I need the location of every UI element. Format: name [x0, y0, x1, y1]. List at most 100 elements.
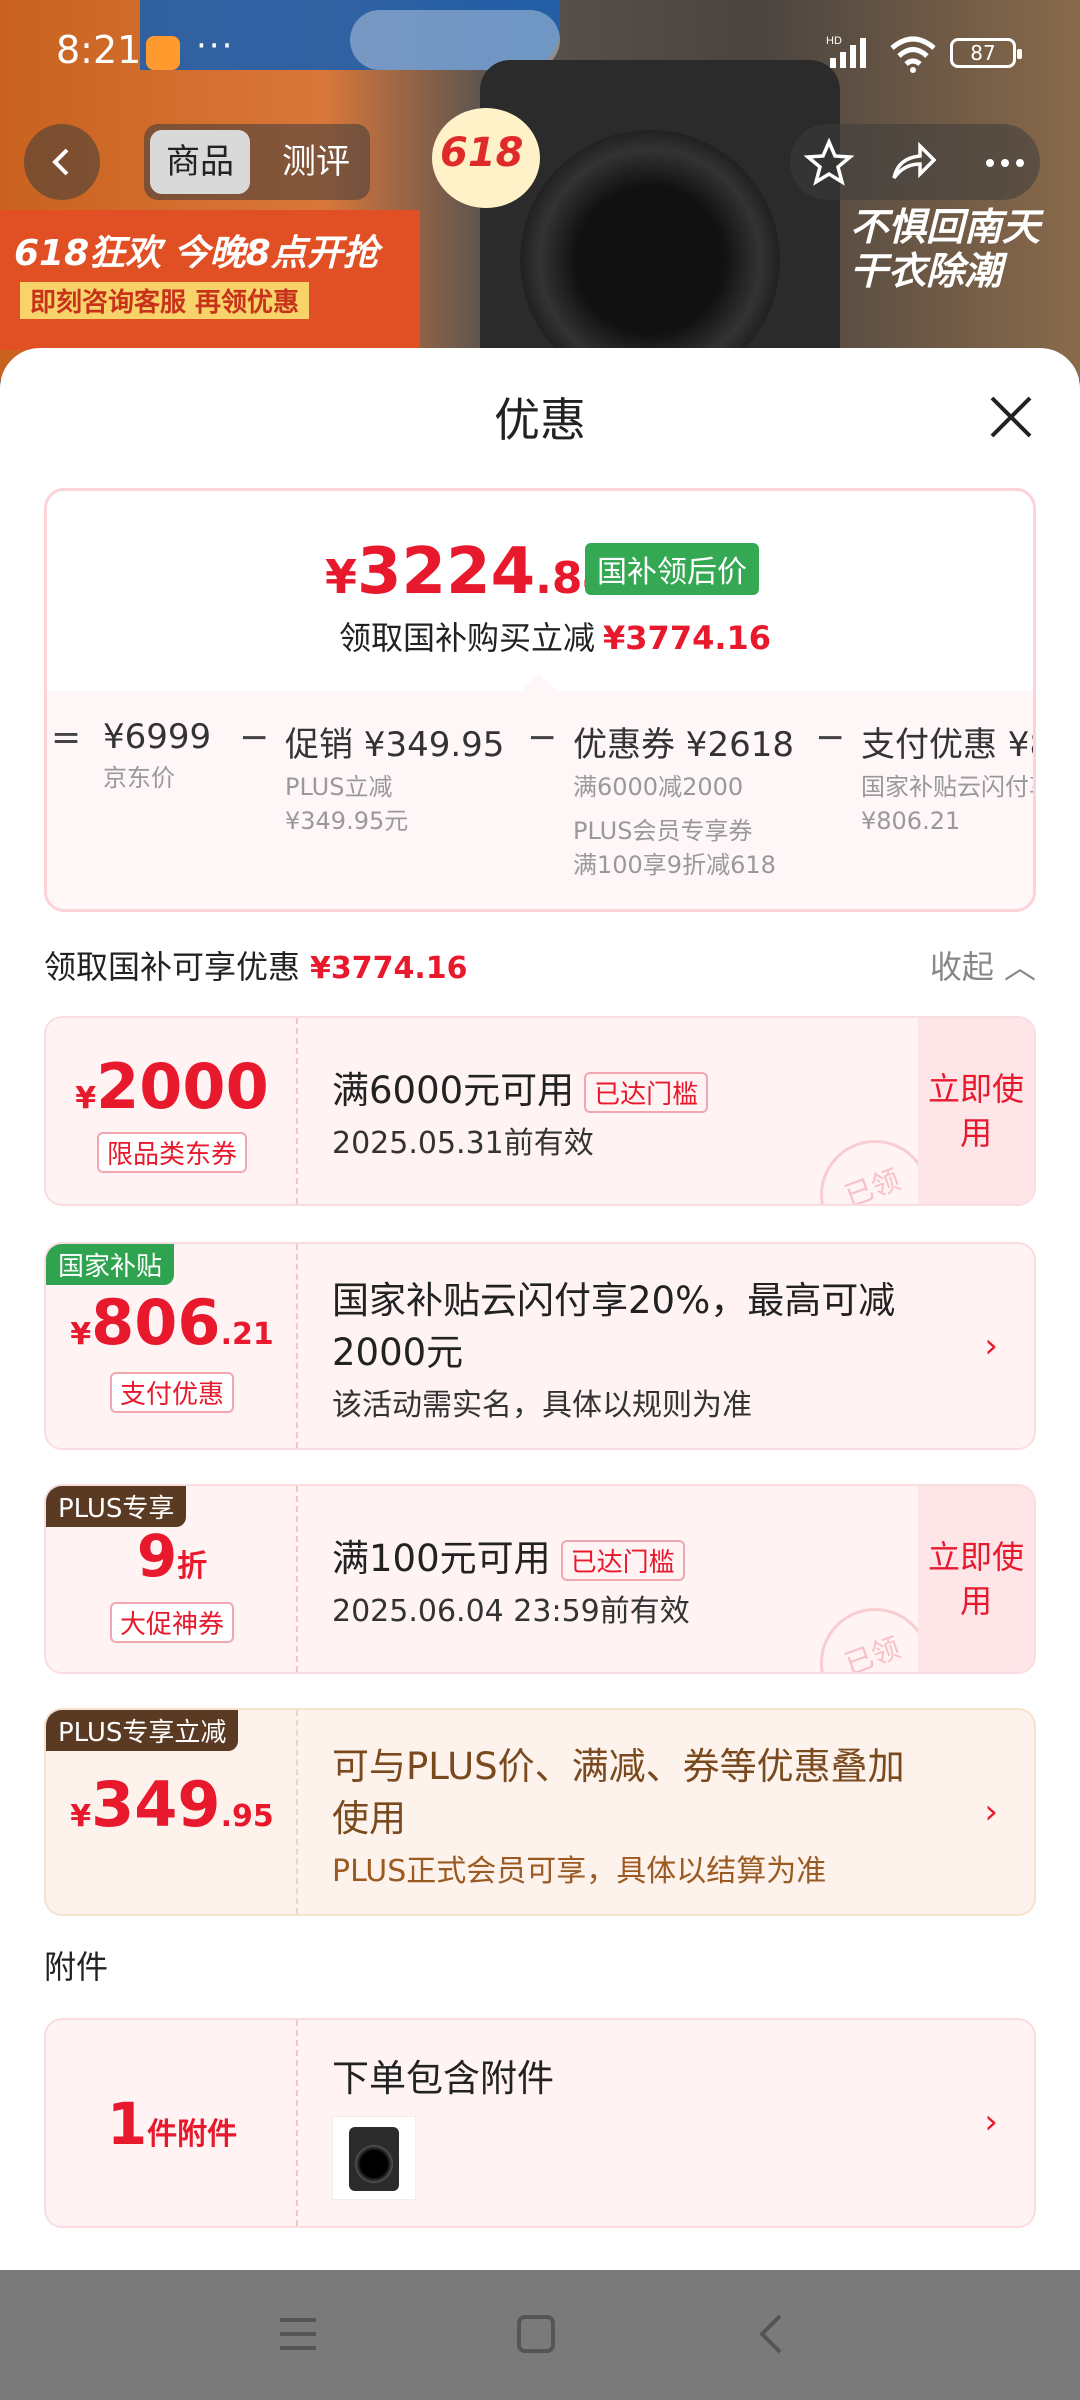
- breakdown-note: 满6000减2000: [573, 773, 744, 801]
- chevron-right-icon[interactable]: ›: [984, 2102, 998, 2142]
- price-sub: 领取国补购买立减 ¥3774.16: [339, 613, 771, 659]
- coupon-tag-text: 限品类东券: [96, 1132, 247, 1173]
- coupon-card[interactable]: ¥806.21 支付优惠 国家补贴 国家补贴云闪付享20%，最高可减 2000元…: [44, 1242, 1036, 1450]
- coupon-validity: 2025.05.31前有效: [332, 1126, 594, 1161]
- attachments-label: 附件: [44, 1948, 109, 1986]
- back-button[interactable]: [24, 124, 100, 200]
- use-now-button[interactable]: 立即使用: [918, 1018, 1034, 1204]
- price-sub-label: 领取国补购买立减: [339, 619, 596, 657]
- coupon-note: PLUS正式会员可享，具体以结算为准: [332, 1854, 827, 1889]
- breakdown-item: 优惠券 ¥2618 满6000减2000 PLUS会员专享券 满100享9折减6…: [573, 717, 794, 882]
- discount-value: ¥3774.16: [310, 951, 468, 986]
- coupon-yen: ¥: [75, 1081, 97, 1116]
- more-notifications-icon: ···: [196, 26, 235, 66]
- tab-product[interactable]: 商品: [150, 130, 250, 194]
- coupon-card[interactable]: ¥349.95 PLUS专享立减 可与PLUS价、满减、券等优惠叠加 使用 PL…: [44, 1708, 1036, 1916]
- coupon-title-line2: 使用: [332, 1797, 406, 1840]
- use-now-button[interactable]: 立即使用: [918, 1486, 1034, 1672]
- price-top: ¥3224.84 国补领后价 领取国补购买立减 ¥3774.16: [47, 491, 1033, 691]
- breakdown-note: PLUS会员专享券: [573, 817, 753, 845]
- breakdown-item: ¥6999 京东价: [103, 717, 211, 795]
- coupon-amount: ¥2000: [46, 1050, 298, 1123]
- breakdown-label: 优惠券 ¥2618: [573, 725, 794, 765]
- coupon-amount: 9折: [46, 1522, 298, 1590]
- wifi-icon: [890, 36, 936, 73]
- breakdown-label: ¥6999: [103, 717, 212, 757]
- coupon-card[interactable]: 9折 大促神券 PLUS专享 满100元可用 已达门槛 2025.06.04 23…: [44, 1484, 1036, 1674]
- breakdown-note: PLUS立减: [285, 773, 393, 801]
- plus-discount-tag: PLUS专享立减: [46, 1710, 239, 1751]
- coupon-title: 满6000元可用 已达门槛: [332, 1060, 709, 1114]
- coupon-title: 可与PLUS价、满减、券等优惠叠加: [332, 1745, 905, 1788]
- price-breakdown[interactable]: = ¥6999 京东价 − 促销 ¥349.95 PLUS立减 ¥349.95元…: [47, 691, 1033, 909]
- breakdown-note: 国家补贴云闪付享20%: [861, 773, 1033, 801]
- breakdown-item: 支付优惠 ¥806.21 国家补贴云闪付享20% ¥806.21: [861, 717, 1033, 838]
- more-icon[interactable]: [980, 138, 1030, 188]
- threshold-badge: 已达门槛: [560, 1540, 685, 1581]
- back-icon[interactable]: [750, 2312, 794, 2356]
- battery-icon: 87: [950, 38, 1022, 68]
- op-minus: −: [527, 717, 558, 758]
- coupon-dec: 折: [177, 1549, 208, 1584]
- coupon-title: 国家补贴云闪付享20%，最高可减: [332, 1279, 896, 1322]
- status-bar: 8:21 ··· HD 87: [0, 0, 1080, 104]
- coupon-tag-text: 大促神券: [109, 1602, 234, 1643]
- coupon-num: 349: [91, 1768, 221, 1841]
- system-nav-bar: [0, 2270, 1080, 2400]
- plus-tag: PLUS专享: [46, 1486, 187, 1527]
- coupon-tag: 大促神券: [46, 1602, 298, 1643]
- breakdown-item: 促销 ¥349.95 PLUS立减 ¥349.95元: [285, 717, 504, 838]
- coupon-amount: ¥806.21: [46, 1286, 298, 1359]
- promo-line2: 即刻咨询客服 再领优惠: [20, 282, 310, 319]
- coupon-amount: ¥349.95: [46, 1768, 298, 1841]
- coupon-dec: .95: [220, 1799, 274, 1834]
- sheet-title: 优惠: [494, 393, 586, 447]
- washer-thumb-door: [355, 2145, 393, 2183]
- svg-text:HD: HD: [826, 35, 842, 47]
- coupon-tag: 支付优惠: [46, 1372, 298, 1413]
- coupon-title-text: 满100元可用: [332, 1537, 551, 1580]
- price-badge: 国补领后价: [585, 543, 759, 595]
- chevron-right-icon[interactable]: ›: [984, 1326, 998, 1366]
- menu-icon[interactable]: [276, 2312, 320, 2356]
- signal-icon: HD: [826, 35, 866, 68]
- status-time: 8:21: [56, 28, 142, 72]
- app-notification-icon: [146, 36, 180, 70]
- collapse-button[interactable]: 收起 ︿: [930, 942, 1036, 988]
- back-arrow-icon: [52, 148, 69, 176]
- tab-review[interactable]: 测评: [266, 130, 366, 194]
- coupon-note: 该活动需实名，具体以规则为准: [332, 1388, 752, 1423]
- price-int: 3224: [357, 535, 536, 609]
- coupon-num: 806: [91, 1286, 221, 1359]
- threshold-badge: 已达门槛: [584, 1072, 709, 1113]
- coupon-yen: ¥: [70, 1317, 92, 1352]
- attachment-title: 下单包含附件: [332, 2057, 554, 2100]
- op-equals: =: [51, 717, 82, 758]
- attachment-left: 1件附件: [46, 2020, 298, 2226]
- breakdown-note: ¥806.21: [861, 807, 961, 835]
- coupon-title-text: 满6000元可用: [332, 1069, 575, 1112]
- promo-right-text: 不惧回南天 干衣除潮: [850, 205, 1041, 293]
- star-icon[interactable]: [804, 138, 854, 188]
- chevron-right-icon[interactable]: ›: [984, 1792, 998, 1832]
- coupon-title-line2: 2000元: [332, 1331, 464, 1374]
- attachment-thumbnail[interactable]: [332, 2116, 416, 2200]
- attachment-unit: 件附件: [147, 2117, 238, 2152]
- discount-header: 领取国补可享优惠 ¥3774.16 收起 ︿: [44, 942, 1036, 988]
- share-icon[interactable]: [888, 138, 938, 188]
- price-yen: ¥: [325, 550, 358, 604]
- price-summary-card: ¥3224.84 国补领后价 领取国补购买立减 ¥3774.16 = ¥6999 …: [44, 488, 1036, 912]
- coupon-num: 2000: [96, 1050, 269, 1123]
- price-sub-value: ¥3774.16: [603, 619, 772, 657]
- badge-618-text: 618: [440, 130, 524, 176]
- coupon-validity: 2025.06.04 23:59前有效: [332, 1594, 690, 1629]
- attachment-card[interactable]: 1件附件 下单包含附件 ›: [44, 2018, 1036, 2228]
- breakdown-note: ¥349.95元: [285, 807, 409, 835]
- discount-sheet: 优惠 ¥3224.84 国补领后价 领取国补购买立减 ¥3774.16 = ¥69…: [0, 348, 1080, 2270]
- coupon-card[interactable]: ¥2000 限品类东券 满6000元可用 已达门槛 2025.05.31前有效 已…: [44, 1016, 1036, 1206]
- national-subsidy-tag: 国家补贴: [46, 1244, 175, 1285]
- op-minus: −: [239, 717, 270, 758]
- home-icon[interactable]: [514, 2312, 558, 2356]
- close-icon[interactable]: [986, 392, 1036, 442]
- washer-door: [520, 130, 780, 380]
